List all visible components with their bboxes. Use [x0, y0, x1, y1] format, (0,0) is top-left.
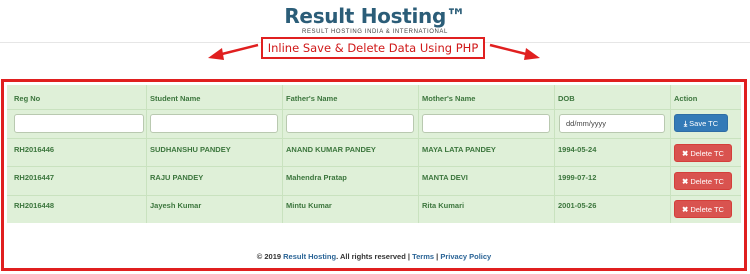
table-cell-father: Mintu Kumar: [286, 201, 332, 210]
delete-tc-label: Delete TC: [690, 177, 724, 186]
row-divider: [7, 195, 741, 196]
table-cell-mother: MAYA LATA PANDEY: [422, 145, 496, 154]
close-icon: ✖: [682, 177, 689, 186]
arrow-right-icon: [489, 43, 540, 60]
delete-tc-label: Delete TC: [690, 149, 724, 158]
column-divider: [670, 85, 671, 223]
column-divider: [418, 85, 419, 223]
table-cell-reg: RH2016446: [14, 145, 55, 154]
logo-subtitle: RESULT HOSTING INDIA & INTERNATIONAL: [302, 29, 448, 35]
delete-tc-button[interactable]: ✖ Delete TC: [674, 144, 732, 162]
student-name-input[interactable]: [150, 114, 278, 133]
table-cell-student: SUDHANSHU PANDEY: [150, 145, 231, 154]
row-divider: [7, 109, 741, 110]
table-cell-reg: RH2016447: [14, 173, 55, 182]
site-logo: Result Hosting™ RESULT HOSTING INDIA & I…: [0, 4, 750, 35]
content-frame: Reg No Student Name Father's Name Mother…: [1, 79, 747, 271]
header-action: Action: [674, 94, 698, 103]
header-mothers-name: Mother's Name: [422, 94, 476, 103]
fathers-name-input[interactable]: [286, 114, 414, 133]
dob-input[interactable]: dd/mm/yyyy: [559, 114, 665, 133]
table-cell-mother: MANTA DEVI: [422, 173, 468, 182]
row-divider: [7, 166, 741, 167]
header-reg-no: Reg No: [14, 94, 41, 103]
dob-placeholder: dd/mm/yyyy: [566, 119, 607, 128]
footer-copyright: © 2019: [256, 252, 282, 261]
logo-title: Result Hosting™: [284, 4, 466, 28]
column-divider: [146, 85, 147, 223]
table-cell-mother: Rita Kumari: [422, 201, 465, 210]
header-student-name: Student Name: [150, 94, 201, 103]
table-cell-dob: 1999-07-12: [558, 173, 597, 182]
delete-tc-button[interactable]: ✖ Delete TC: [674, 172, 732, 190]
reg-no-input[interactable]: [14, 114, 144, 133]
header-fathers-name: Father's Name: [286, 94, 338, 103]
arrow-left-icon: [208, 43, 259, 60]
delete-tc-button[interactable]: ✖ Delete TC: [674, 200, 732, 218]
column-divider: [282, 85, 283, 223]
page-footer: © 2019 Result Hosting. All rights reserv…: [7, 252, 741, 261]
table-cell-father: Mahendra Pratap: [286, 173, 347, 182]
row-divider: [7, 138, 741, 139]
column-divider: [554, 85, 555, 223]
close-icon: ✖: [682, 149, 689, 158]
delete-tc-label: Delete TC: [690, 205, 724, 214]
table-cell-student: Jayesh Kumar: [150, 201, 202, 210]
save-tc-label: Save TC: [689, 119, 719, 128]
mothers-name-input[interactable]: [422, 114, 550, 133]
header-dob: DOB: [558, 94, 575, 103]
footer-brand-link[interactable]: Result Hosting: [283, 252, 336, 261]
privacy-policy-link[interactable]: Privacy Policy: [440, 252, 491, 261]
footer-rights: . All rights reserved |: [336, 252, 410, 261]
save-tc-button[interactable]: ⤓ Save TC: [674, 114, 728, 132]
close-icon: ✖: [682, 205, 689, 214]
table-cell-father: ANAND KUMAR PANDEY: [286, 145, 376, 154]
download-icon: ⤓: [683, 119, 688, 128]
table-cell-dob: 2001-05-26: [558, 201, 597, 210]
table-cell-dob: 1994-05-24: [558, 145, 597, 154]
table-cell-reg: RH2016448: [14, 201, 55, 210]
terms-link[interactable]: Terms: [412, 252, 434, 261]
footer-separator: |: [436, 252, 439, 261]
page-banner: Inline Save & Delete Data Using PHP: [261, 37, 485, 59]
table-cell-student: RAJU PANDEY: [150, 173, 204, 182]
